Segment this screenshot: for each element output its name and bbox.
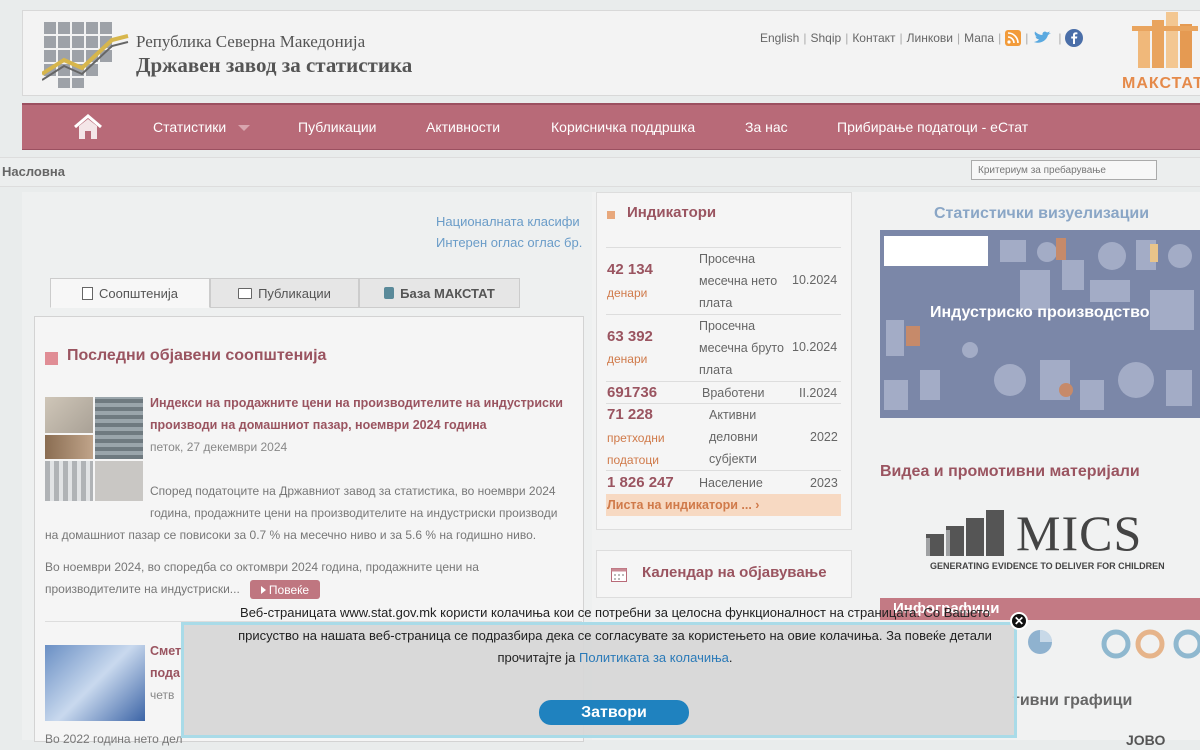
link-map[interactable]: Мапа	[964, 31, 994, 45]
news-text: Според податоците на Државниот завод за …	[150, 484, 556, 498]
nav-activities[interactable]: Активности	[426, 119, 500, 135]
indicator-value: 71 228	[607, 406, 653, 423]
makstat-logo-text: МАКСТАТ	[1122, 75, 1200, 92]
latest-releases-title: Последни објавени соопштенија	[67, 347, 327, 364]
indicator-label: Вработени	[702, 386, 765, 400]
indicator-row[interactable]: 42 134 денари Просечна месечна нето плата …	[606, 247, 841, 315]
news-image[interactable]	[45, 397, 143, 501]
tab-makstat-db[interactable]: База МАКСТАТ	[359, 278, 520, 308]
facebook-icon[interactable]	[1065, 29, 1084, 47]
link-links[interactable]: Линкови	[907, 31, 953, 45]
indicators-list-link[interactable]: Листа на индикатори ... ›	[606, 494, 841, 516]
play-icon	[260, 585, 266, 594]
indicator-unit: претходни податоци	[607, 431, 665, 467]
indicator-row[interactable]: 691736 Вработени II.2024	[606, 381, 841, 404]
news-text: Во ноември 2024, во споредба со октомври…	[45, 560, 479, 574]
document-icon	[82, 286, 94, 300]
indicator-row[interactable]: 1 826 247 Население 2023	[606, 470, 841, 495]
link-shqip[interactable]: Shqip	[810, 31, 841, 45]
indicator-row[interactable]: 63 392 денари Просечна месечна бруто плата…	[606, 314, 841, 382]
republic-name: Република Северна Македонија	[136, 32, 366, 51]
indicator-date: 2023	[810, 476, 838, 490]
close-icon[interactable]: ✕	[1010, 612, 1028, 630]
institution-name[interactable]: Државен завод за статистика	[136, 53, 412, 78]
tab-releases[interactable]: Соопштенија	[50, 278, 210, 308]
news-text: на домашниот пазар се повисоки за 0.7 % …	[45, 528, 537, 542]
chevron-right-icon: ›	[755, 498, 760, 512]
indicator-value: 1 826 247	[607, 474, 674, 491]
chevron-down-icon	[238, 125, 251, 132]
nav-estat[interactable]: Прибирање податоци - еСтат	[837, 119, 1028, 135]
nav-user-support[interactable]: Корисничка поддршка	[551, 119, 695, 135]
book-icon	[238, 287, 253, 299]
interactive-graphs-title[interactable]: тивни графици	[1012, 692, 1132, 710]
nav-about[interactable]: За нас	[745, 119, 788, 135]
news-text: производителите на индустриски...	[45, 582, 240, 596]
news-title[interactable]: Индекси на продажните цени на производит…	[150, 392, 563, 436]
search-input[interactable]	[971, 160, 1157, 180]
news-date: четв	[150, 688, 175, 702]
indicator-label: Население	[699, 476, 763, 490]
more-button[interactable]: Повеќе	[250, 580, 320, 599]
marquee-link[interactable]: Интерен оглас оглас бр.	[436, 235, 582, 250]
link-contact[interactable]: Контакт	[852, 31, 895, 45]
indicator-label: Просечна месечна нето плата	[699, 252, 778, 310]
visualization-caption: Индустриско производство	[930, 304, 1150, 321]
visualization-banner[interactable]	[880, 230, 1200, 418]
videos-title[interactable]: Видеа и промотивни материјали	[880, 463, 1140, 481]
indicator-value: 691736	[607, 384, 658, 401]
indicator-row[interactable]: 71 228 претходни податоци Активни деловни с…	[606, 403, 841, 471]
close-cookie-button[interactable]: Затвори	[539, 700, 689, 725]
indicator-unit: денари	[607, 286, 648, 300]
news-image[interactable]	[45, 645, 145, 721]
news-text: година, продажните цени на производители…	[150, 506, 558, 520]
infographic-donuts[interactable]	[1028, 624, 1200, 664]
marquee: Националната класифи Интерен оглас оглас…	[436, 214, 582, 250]
content-tabs: Соопштенија Публикации База МАКСТАТ	[50, 278, 520, 308]
bullet-icon	[607, 211, 615, 219]
dzs-logo[interactable]	[42, 22, 132, 88]
tab-publications[interactable]: Публикации	[210, 278, 359, 308]
indicator-date: II.2024	[799, 386, 838, 400]
news-title[interactable]: Смет пода	[150, 640, 181, 684]
mics-logo[interactable]: MICS GENERATING EVIDENCE TO DELIVER FOR …	[924, 505, 1165, 574]
link-english[interactable]: English	[760, 31, 799, 45]
news-text: Во 2022 година нето дел	[45, 732, 183, 746]
arrow-icon	[45, 352, 58, 365]
calendar-icon	[611, 568, 627, 582]
partial-label: ЈОВО	[1126, 732, 1166, 748]
makstat-logo[interactable]: МАКСТАТ	[1122, 12, 1200, 92]
calendar-title[interactable]: Календар на објавување	[642, 564, 827, 581]
rss-icon[interactable]	[1005, 30, 1022, 46]
indicator-label: Просечна месечна бруто плата	[699, 319, 784, 377]
indicator-date: 10.2024	[792, 273, 838, 287]
marquee-link[interactable]: Националната класифи	[436, 214, 582, 229]
mics-tagline: GENERATING EVIDENCE TO DELIVER FOR CHILD…	[930, 561, 1165, 571]
cookie-message: Веб-страницата www.stat.gov.mk користи к…	[238, 605, 992, 665]
indicator-label: Активни деловни субјекти	[709, 408, 758, 466]
news-date: петок, 27 декември 2024	[150, 440, 288, 454]
indicator-value: 63 392	[607, 328, 653, 345]
cookie-policy-link[interactable]: Политиката за колачиња	[579, 650, 729, 665]
main-nav: Статистики Публикации Активности Корисни…	[22, 103, 1200, 150]
indicator-unit: денари	[607, 352, 648, 366]
nav-statistics[interactable]: Статистики	[153, 119, 251, 135]
indicators-title: Индикатори	[627, 204, 717, 221]
top-links: English | Shqip | Контакт | Линкови | Мапа | …	[760, 29, 1084, 47]
database-icon	[384, 287, 395, 299]
nav-publications[interactable]: Публикации	[298, 119, 376, 135]
indicator-value: 42 134	[607, 261, 653, 278]
indicator-date: 10.2024	[792, 340, 838, 354]
breadcrumb[interactable]: Насловна	[2, 164, 65, 179]
home-icon[interactable]	[73, 114, 103, 140]
indicator-date: 2022	[810, 430, 838, 444]
twitter-icon[interactable]	[1032, 30, 1054, 46]
visualizations-title[interactable]: Статистички визуелизации	[934, 205, 1149, 223]
mics-name: MICS	[1016, 505, 1143, 561]
